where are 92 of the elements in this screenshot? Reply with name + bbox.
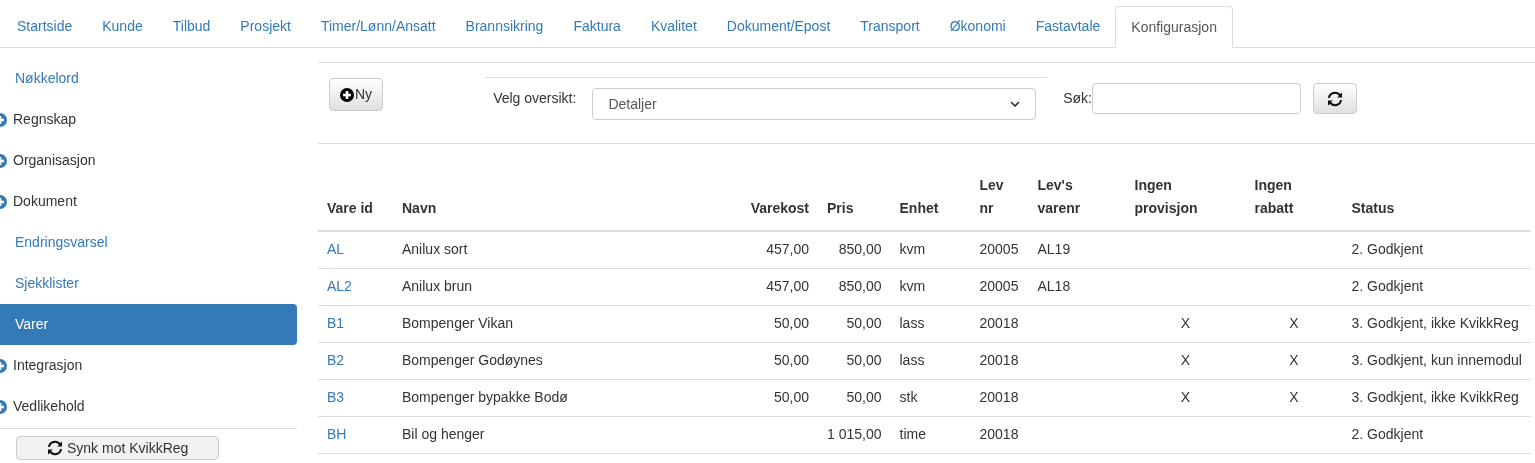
table-cell: 20005 [979,241,1019,258]
sync-button[interactable]: Synk mot KvikkReg [16,436,220,460]
column-header: Lev nr [979,177,1004,216]
table-cell: 457,00 [766,241,809,258]
sidebar-item[interactable]: Organisasjon [0,140,297,181]
table-cell: 20005 [979,278,1019,294]
table-cell: AL18 [1037,278,1071,294]
column-header: Varekost [750,200,809,216]
table-cell: 20018 [979,315,1019,331]
item-id-link[interactable]: BH [327,426,347,442]
item-id-link[interactable]: AL [327,241,345,258]
table-cell: X [1289,389,1299,405]
table-cell: Bil og henger [402,426,485,442]
table-cell: 20018 [979,389,1019,405]
table-cell: Bompenger bypakke Bodø [402,389,568,405]
table-cell: X [1180,389,1191,405]
nav-tab[interactable]: Faktura [558,5,636,47]
refresh-icon [1326,90,1343,107]
item-id-link[interactable]: B3 [327,389,345,405]
table-cell: kvm [899,241,926,258]
table-cell: Anilux brun [402,278,473,294]
nav-tab[interactable]: Dokument/Epost [711,5,846,47]
nav-tab[interactable]: Kunde [87,5,158,47]
table-cell: 2. Godkjent [1351,426,1424,442]
nav-tab[interactable]: Transport [845,5,935,47]
nav-tab[interactable]: Tilbud [157,5,226,47]
table-cell: AL19 [1037,241,1071,258]
table-cell: time [899,426,926,442]
table-cell: 50,00 [846,352,882,368]
sidebar-item[interactable]: Sjekklister [0,263,297,304]
table-cell: 50,00 [846,315,882,331]
nav-tab[interactable]: Konfigurasjon [1115,6,1233,48]
table-cell: 50,00 [846,389,882,405]
table-cell: 3. Godkjent, ikke KvikkReg [1351,389,1519,405]
nav-tab[interactable]: Startside [2,5,88,47]
item-id-link[interactable]: B2 [327,352,345,368]
column-header: Ingen rabatt [1254,177,1294,216]
nav-tab[interactable]: Kvalitet [635,5,712,47]
sidebar-item[interactable]: Integrasjon [0,345,297,386]
nav-tab[interactable]: Brannsikring [450,5,559,47]
table-cell: X [1180,352,1191,368]
sidebar-item[interactable]: Varer [0,304,297,345]
table-cell: 457,00 [766,278,809,294]
column-header: Lev's varenr [1037,177,1081,216]
table-cell: 50,00 [773,352,809,368]
column-header: Enhet [899,200,939,216]
table-cell: 850,00 [838,241,882,258]
table-cell: X [1289,352,1299,368]
chevron-down-icon [1010,101,1021,107]
column-header: Vare id [327,200,373,216]
table-cell: X [1180,315,1191,331]
table-cell: lass [899,352,925,368]
item-id-link[interactable]: AL2 [327,278,352,294]
table-cell: lass [899,315,925,331]
item-id-link[interactable]: B1 [327,315,345,331]
plus-circle-icon [340,87,354,102]
sidebar-item[interactable]: Nøkkelord [0,58,297,99]
table-cell: kvm [899,278,926,294]
sidebar-item[interactable]: Dokument [0,181,297,222]
nav-tab[interactable]: Fastavtale [1020,5,1116,47]
table-cell: X [1289,315,1299,331]
sidebar-item[interactable]: Endringsvarsel [0,222,297,263]
table-cell: 2. Godkjent [1351,278,1424,294]
view-label: Velg oversikt: [493,89,577,108]
table-cell: 3. Godkjent, ikke KvikkReg [1351,315,1519,331]
column-header: Pris [827,200,854,216]
table-cell: 50,00 [773,315,809,331]
table-cell: 20018 [979,352,1019,368]
column-header: Status [1351,200,1395,216]
nav-tab[interactable]: Økonomi [934,5,1021,47]
table-cell: 3. Godkjent, kun innemodul [1351,352,1522,368]
search-label: Søk: [1063,89,1092,108]
sidebar-item[interactable]: Vedlikehold [0,386,297,427]
column-header: Ingen provisjon [1134,177,1198,216]
table-cell: 1 015,00 [827,426,882,442]
table-cell: Bompenger Godøynes [402,352,543,368]
table-cell: Anilux sort [402,241,468,258]
table-cell: 50,00 [773,389,809,405]
refresh-icon [47,440,63,456]
new-button[interactable]: Ny [329,78,384,111]
search-field[interactable] [1091,83,1301,114]
nav-tab[interactable]: Timer/Lønn/Ansatt [305,5,451,47]
sidebar-item[interactable]: Regnskap [0,99,297,140]
table-cell: 2. Godkjent [1351,241,1424,258]
table-cell: Bompenger Vikan [402,315,514,331]
view-select[interactable]: Detaljer [592,88,1037,120]
refresh-button[interactable] [1312,83,1357,114]
table-cell: 20018 [979,426,1019,442]
column-header: Navn [402,200,437,216]
table-cell: stk [899,389,918,405]
table-cell: 850,00 [838,278,882,294]
nav-tab[interactable]: Prosjekt [225,5,306,47]
